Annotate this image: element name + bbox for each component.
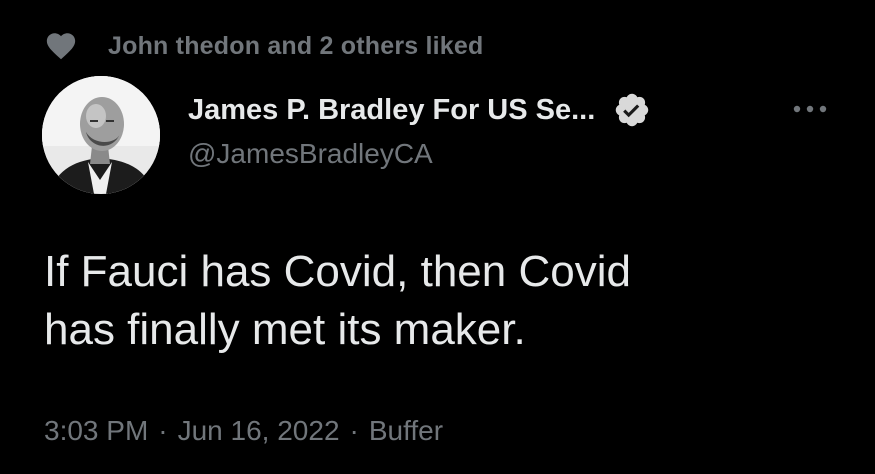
tweet-card: John thedon and 2 others liked James P. … bbox=[0, 0, 875, 474]
heart-icon bbox=[44, 29, 78, 63]
author-handle[interactable]: @JamesBradleyCA bbox=[188, 138, 433, 170]
verified-badge-icon bbox=[613, 91, 651, 129]
tweet-time[interactable]: 3:03 PM bbox=[44, 415, 148, 446]
tweet-text-line: If Fauci has Covid, then Covid bbox=[44, 247, 631, 296]
more-options-icon bbox=[792, 101, 828, 119]
tweet-source[interactable]: Buffer bbox=[369, 415, 443, 446]
social-context[interactable]: John thedon and 2 others liked bbox=[44, 28, 483, 64]
social-context-text: John thedon and 2 others liked bbox=[108, 31, 484, 60]
tweet-meta: 3:03 PM · Jun 16, 2022 · Buffer bbox=[44, 415, 443, 447]
tweet-text: If Fauci has Covid, then Covid has final… bbox=[44, 243, 844, 359]
author-display-name[interactable]: James P. Bradley For US Se... bbox=[188, 94, 595, 127]
tweet-date[interactable]: Jun 16, 2022 bbox=[178, 415, 340, 446]
meta-separator: · bbox=[349, 415, 359, 446]
tweet-text-line: has finally met its maker. bbox=[44, 305, 526, 354]
author-name-row[interactable]: James P. Bradley For US Se... bbox=[188, 90, 651, 130]
more-options-button[interactable] bbox=[790, 96, 830, 124]
avatar[interactable] bbox=[42, 76, 160, 194]
meta-separator: · bbox=[158, 415, 168, 446]
